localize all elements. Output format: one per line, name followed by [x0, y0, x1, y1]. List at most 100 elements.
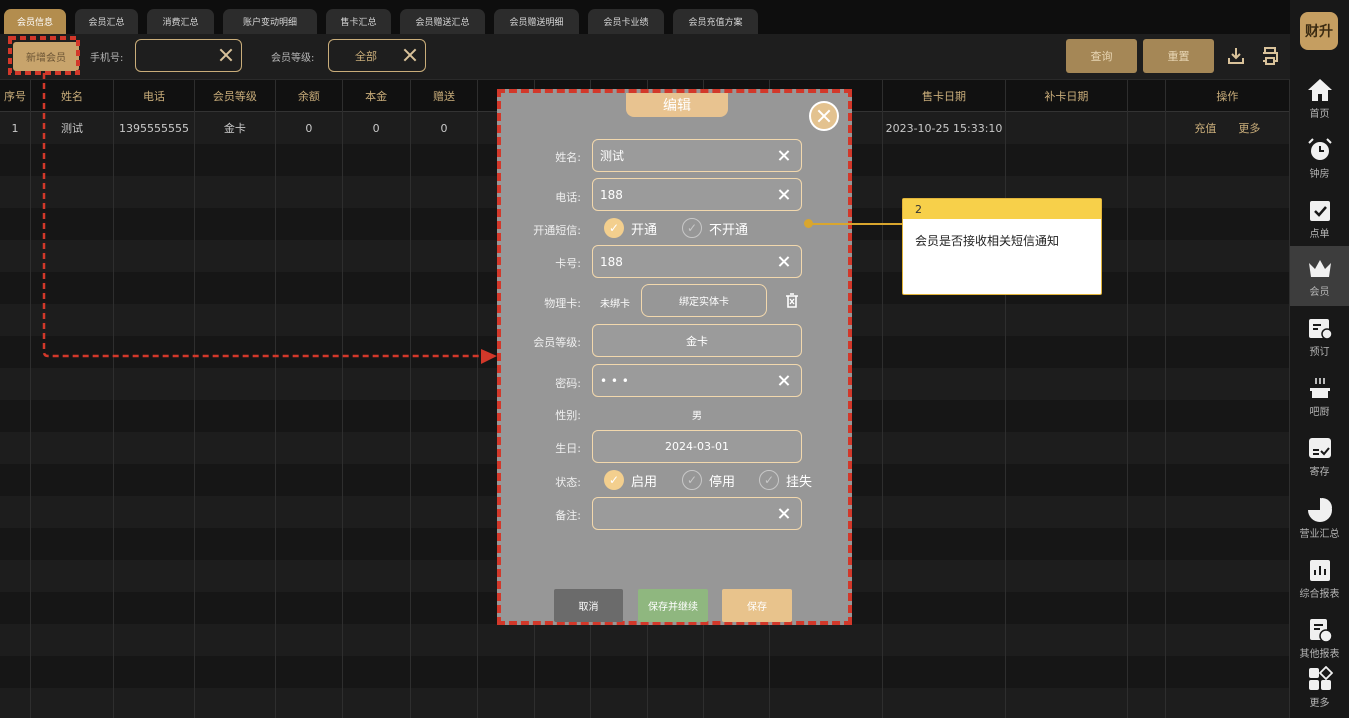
- nav-home[interactable]: 首页: [1290, 68, 1349, 128]
- table-cell: [343, 144, 411, 176]
- table-cell: [31, 304, 114, 336]
- save-button[interactable]: 保存: [722, 589, 792, 622]
- tab-card-performance[interactable]: 会员卡业绩: [588, 9, 664, 34]
- remark-input[interactable]: [592, 497, 802, 530]
- clear-remark-icon[interactable]: [776, 506, 791, 521]
- nav-rooms[interactable]: 钟房: [1290, 128, 1349, 188]
- tab-gift-summary[interactable]: 会员赠送汇总: [400, 9, 485, 34]
- tab-consumption-summary[interactable]: 消费汇总: [147, 9, 214, 34]
- card-number-input[interactable]: 188: [592, 245, 802, 278]
- tab-account-changes[interactable]: 账户变动明细: [223, 9, 317, 34]
- close-icon[interactable]: [809, 101, 839, 131]
- tab-card-sales-summary[interactable]: 售卡汇总: [326, 9, 391, 34]
- table-cell: 0: [276, 112, 343, 144]
- clear-level-icon[interactable]: [402, 47, 418, 63]
- table-cell: [1166, 144, 1290, 176]
- tab-member-summary[interactable]: 会员汇总: [75, 9, 138, 34]
- table-cell: [195, 336, 276, 368]
- table-cell: [1128, 496, 1166, 528]
- table-cell: [1006, 528, 1129, 560]
- table-cell: [195, 400, 276, 432]
- bind-card-button[interactable]: 绑定实体卡: [641, 284, 767, 317]
- table-cell: [1128, 624, 1166, 656]
- tab-recharge-plan[interactable]: 会员充值方案: [673, 9, 758, 34]
- nav-booking[interactable]: 预订: [1290, 306, 1349, 366]
- recharge-link[interactable]: 充值: [1194, 120, 1216, 136]
- password-label: 密码:: [555, 377, 581, 390]
- column-header: 会员等级: [195, 80, 276, 112]
- table-cell: [1166, 688, 1290, 718]
- clear-name-icon[interactable]: [776, 148, 791, 163]
- clear-phone-icon[interactable]: [218, 47, 234, 63]
- nav-order[interactable]: 点单: [1290, 188, 1349, 248]
- table-cell: [0, 592, 32, 624]
- level-select[interactable]: 全部: [328, 39, 426, 72]
- tab-gift-detail[interactable]: 会员赠送明细: [494, 9, 579, 34]
- password-input[interactable]: • • •: [592, 364, 802, 397]
- cancel-button[interactable]: 取消: [554, 589, 623, 622]
- gender-value[interactable]: 男: [692, 407, 702, 422]
- column-header: 本金: [343, 80, 411, 112]
- clear-password-icon[interactable]: [776, 373, 791, 388]
- nav-business-summary[interactable]: 营业汇总: [1290, 488, 1349, 548]
- sms-off-label: 不开通: [709, 222, 749, 238]
- nav-more[interactable]: 更多: [1290, 660, 1349, 714]
- print-icon[interactable]: [1260, 46, 1280, 66]
- table-cell: [1166, 368, 1290, 400]
- table-cell: [0, 464, 32, 496]
- table-cell: [770, 688, 884, 718]
- sms-off-radio[interactable]: ✓ 不开通: [682, 218, 748, 238]
- table-cell: [1166, 656, 1290, 688]
- grid-more-icon: [1308, 665, 1333, 690]
- status-lost-radio[interactable]: ✓ 挂失: [759, 470, 812, 490]
- sms-on-radio[interactable]: ✓ 开通: [604, 218, 657, 238]
- table-cell: [195, 240, 276, 272]
- reset-button[interactable]: 重置: [1143, 39, 1214, 73]
- add-member-button[interactable]: 新增会员: [13, 42, 79, 71]
- name-input[interactable]: 测试: [592, 139, 802, 172]
- table-cell: [883, 560, 1006, 592]
- table-cell: [883, 656, 1006, 688]
- nav-reports[interactable]: 综合报表: [1290, 548, 1349, 608]
- table-cell: [1006, 144, 1129, 176]
- phone-search-input[interactable]: [135, 39, 242, 72]
- table-cell: [478, 624, 535, 656]
- table-cell: [114, 336, 195, 368]
- physical-card-label: 物理卡:: [544, 297, 581, 310]
- table-cell: [1006, 432, 1129, 464]
- level-field-select[interactable]: 金卡: [592, 324, 802, 357]
- status-enabled-radio[interactable]: ✓ 启用: [604, 470, 657, 490]
- nav-storage[interactable]: 寄存: [1290, 426, 1349, 486]
- save-continue-button[interactable]: 保存并继续: [638, 589, 708, 622]
- table-cell: [276, 432, 343, 464]
- table-cell: [648, 688, 705, 718]
- table-cell: [195, 592, 276, 624]
- table-cell: [0, 240, 32, 272]
- table-cell: [276, 592, 343, 624]
- download-icon[interactable]: [1226, 46, 1246, 66]
- tab-member-info[interactable]: 会员信息: [4, 9, 66, 34]
- table-cell: [1128, 304, 1166, 336]
- query-button[interactable]: 查询: [1066, 39, 1137, 73]
- clear-phone-field-icon[interactable]: [776, 187, 791, 202]
- nav-kitchen[interactable]: 吧厨: [1290, 366, 1349, 426]
- nav-other-reports[interactable]: 其他报表: [1290, 608, 1349, 668]
- card-number-value: 188: [600, 254, 623, 269]
- status-disabled-radio[interactable]: ✓ 停用: [682, 470, 735, 490]
- table-cell: 充值 更多: [1166, 112, 1290, 144]
- table-cell: [0, 400, 32, 432]
- table-cell: [276, 656, 343, 688]
- table-cell: [883, 592, 1006, 624]
- check-icon: ✓: [682, 470, 702, 490]
- nav-member[interactable]: 会员: [1290, 246, 1349, 306]
- clear-card-icon[interactable]: [776, 254, 791, 269]
- birthday-input[interactable]: 2024-03-01: [592, 430, 802, 463]
- more-link[interactable]: 更多: [1238, 120, 1260, 136]
- password-value: • • •: [600, 373, 629, 388]
- column-header: 补卡日期: [1006, 80, 1129, 112]
- table-cell: [31, 624, 114, 656]
- phone-input[interactable]: 188: [592, 178, 802, 211]
- table-cell: [1006, 624, 1129, 656]
- trash-icon[interactable]: [784, 293, 800, 309]
- phone-value: 188: [600, 187, 623, 202]
